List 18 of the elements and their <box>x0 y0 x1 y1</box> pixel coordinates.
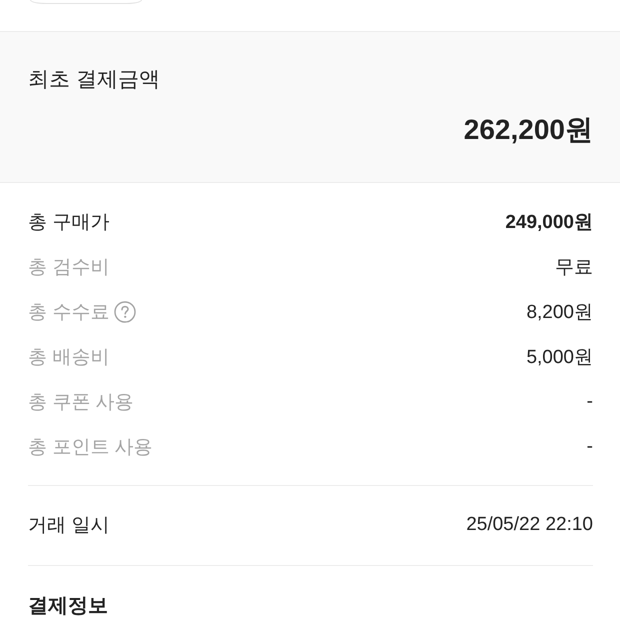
row-value: 25/05/22 22:10 <box>466 514 593 536</box>
section-title: 결제정보 <box>28 595 108 617</box>
row-value: - <box>586 436 593 458</box>
row-label: 총 구매가 <box>28 210 110 234</box>
help-icon[interactable] <box>114 300 136 322</box>
row-label: 총 포인트 사용 <box>28 436 153 460</box>
row-value: 무료 <box>555 256 593 280</box>
row-value: 5,000원 <box>526 346 593 370</box>
row-value: 8,200원 <box>526 300 593 324</box>
row-value: - <box>586 390 593 412</box>
row-value: 249,000원 <box>505 210 593 234</box>
row-label: 거래 일시 <box>28 514 110 538</box>
row-label: 총 수수료 <box>28 300 110 324</box>
summary-title: 최초 결제금액 <box>28 67 160 93</box>
row-label: 총 쿠폰 사용 <box>28 390 134 414</box>
row-label: 총 검수비 <box>28 256 110 280</box>
row-label: 총 배송비 <box>28 346 110 370</box>
total-amount: 262,200원 <box>464 113 593 147</box>
